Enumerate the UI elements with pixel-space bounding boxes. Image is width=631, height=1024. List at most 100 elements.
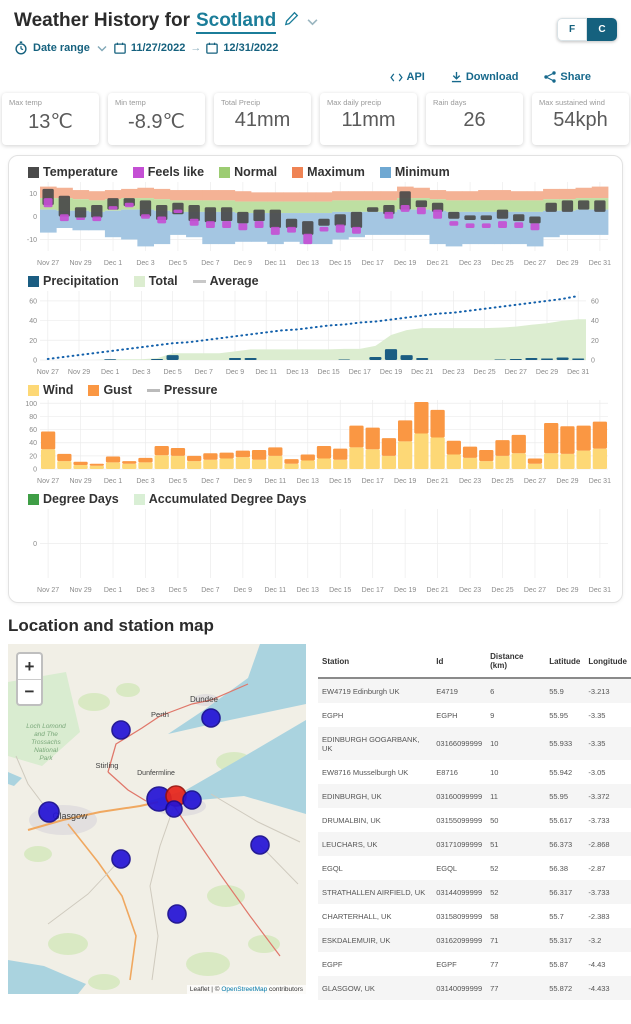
zoom-in-button[interactable]: + [18,654,41,679]
table-row[interactable]: GLASGOW, UK031400999997755.872-4.433 [318,976,631,1000]
svg-text:Dec 7: Dec 7 [195,369,213,376]
wind-chart[interactable]: 020406080100Nov 27Nov 29Dec 1Dec 3Dec 5D… [14,397,615,489]
table-row[interactable]: ESKDALEMUIR, UK031620999997155.317-3.2 [318,928,631,952]
legend-item[interactable]: Accumulated Degree Days [134,492,307,506]
legend-label: Gust [103,383,131,397]
legend-item[interactable]: Gust [88,383,131,397]
svg-text:Dec 1: Dec 1 [104,260,122,267]
leaflet-map[interactable]: Loch Lomondand TheTrossachsNationalParkD… [8,644,306,994]
stat-card: Max sustained wind54kph [532,93,629,145]
legend-item[interactable]: Average [193,274,259,288]
legend-item[interactable]: Maximum [292,165,365,179]
table-row[interactable]: EDINBURGH GOGARBANK, UK031660999991055.9… [318,727,631,760]
download-icon [451,71,462,83]
legend-item[interactable]: Temperature [28,165,118,179]
legend-label: Total [149,274,178,288]
date-range-label[interactable]: Date range [33,42,90,54]
svg-text:40: 40 [29,440,37,447]
edit-location-icon[interactable] [284,11,299,31]
table-cell: EW8716 Musselburgh UK [318,760,432,784]
map-label-park: Park [39,755,53,762]
table-row[interactable]: CHARTERHALL, UK031580999995855.7-2.383 [318,904,631,928]
attribution-suffix: contributors [267,986,303,993]
column-header[interactable]: Id [432,644,486,678]
svg-text:Dec 23: Dec 23 [459,260,481,267]
leaflet-link[interactable]: Leaflet [190,986,210,993]
table-row[interactable]: EDINBURGH, UK031600999991155.95-3.372 [318,784,631,808]
temperature-chart[interactable]: -10010Nov 27Nov 29Dec 1Dec 3Dec 5Dec 7De… [14,179,615,271]
legend-item[interactable]: Feels like [133,165,204,179]
svg-text:Dec 1: Dec 1 [101,369,119,376]
svg-text:0: 0 [33,467,37,474]
fahrenheit-button[interactable]: F [557,18,587,41]
celsius-button[interactable]: C [587,18,617,41]
table-row[interactable]: DRUMALBIN, UK031550999995055.617-3.733 [318,808,631,832]
legend-item[interactable]: Minimum [380,165,450,179]
svg-text:Dec 11: Dec 11 [264,587,286,594]
legend-item[interactable]: Normal [219,165,277,179]
download-button[interactable]: Download [451,71,519,83]
svg-text:Dec 5: Dec 5 [169,478,187,485]
location-dropdown-icon[interactable] [307,13,318,31]
osm-link[interactable]: OpenStreetMap [221,986,267,993]
share-button[interactable]: Share [544,71,591,83]
start-date[interactable]: 11/27/2022 [131,42,185,54]
map-attribution: Leaflet | © OpenStreetMap contributors [187,985,306,994]
legend-item[interactable]: Wind [28,383,73,397]
map-label-dunfermline: Dunfermline [137,770,175,777]
map-label-dundee: Dundee [190,695,219,704]
table-cell: 55.872 [545,976,584,1000]
table-row[interactable]: EW4719 Edinburgh UKE4719655.9-3.213 [318,678,631,703]
table-cell: EGPF [432,952,486,976]
map-canvas[interactable]: Loch Lomondand TheTrossachsNationalParkD… [8,644,306,994]
legend-item[interactable]: Precipitation [28,274,119,288]
table-cell: 11 [486,784,545,808]
map-marker-station[interactable] [39,802,59,822]
legend-item[interactable]: Degree Days [28,492,119,506]
table-cell: CHARTERHALL, UK [318,904,432,928]
map-marker-station[interactable] [166,801,182,817]
legend-item[interactable]: Pressure [147,383,218,397]
precipitation-chart[interactable]: 00202040406060Nov 27Nov 29Dec 1Dec 3Dec … [14,288,615,380]
legend-marker [88,385,99,396]
table-row[interactable]: EGPFEGPF7755.87-4.43 [318,952,631,976]
table-row[interactable]: STRATHALLEN AIRFIELD, UK031440999995256.… [318,880,631,904]
map-marker-station[interactable] [112,850,130,868]
end-date[interactable]: 12/31/2022 [223,42,278,54]
degree_days-chart[interactable]: 0Nov 27Nov 29Dec 1Dec 3Dec 5Dec 7Dec 9De… [14,506,615,598]
table-cell: 56.373 [545,832,584,856]
column-header[interactable]: Longitude [584,644,631,678]
zoom-out-button[interactable]: − [18,679,41,704]
table-row[interactable]: EW8716 Musselburgh UKE87161055.942-3.05 [318,760,631,784]
table-row[interactable]: LEUCHARS, UK031710999995156.373-2.868 [318,832,631,856]
map-marker-station[interactable] [251,836,269,854]
table-row[interactable]: EGPHEGPH955.95-3.35 [318,703,631,727]
svg-text:100: 100 [25,401,37,408]
legend-marker [133,167,144,178]
date-range-chevron-icon[interactable] [97,45,107,52]
column-header[interactable]: Station [318,644,432,678]
column-header[interactable]: Latitude [545,644,584,678]
api-button[interactable]: API [390,71,425,83]
svg-text:0: 0 [33,541,37,548]
download-label: Download [466,71,519,83]
svg-text:Dec 21: Dec 21 [411,369,433,376]
map-marker-station[interactable] [112,721,130,739]
stat-card: Max temp13℃ [2,93,99,145]
svg-text:Nov 29: Nov 29 [69,260,91,267]
location-link[interactable]: Scotland [196,10,276,34]
map-marker-station[interactable] [168,905,186,923]
table-cell: EGQL [432,856,486,880]
table-cell: 55.942 [545,760,584,784]
svg-text:Dec 7: Dec 7 [201,478,219,485]
legend-item[interactable]: Total [134,274,178,288]
column-header[interactable]: Distance (km) [486,644,545,678]
stats-row: Max temp13℃Min temp-8.9℃Total Precip41mm… [0,83,631,145]
legend-marker [28,494,39,505]
map-marker-station[interactable] [202,709,220,727]
table-cell: EDINBURGH GOGARBANK, UK [318,727,432,760]
svg-text:0: 0 [591,358,595,365]
table-row[interactable]: EGQLEGQL5256.38-2.87 [318,856,631,880]
map-marker-station[interactable] [183,791,201,809]
date-range-row[interactable]: Date range 11/27/2022 → 12/31/2022 [14,41,617,55]
